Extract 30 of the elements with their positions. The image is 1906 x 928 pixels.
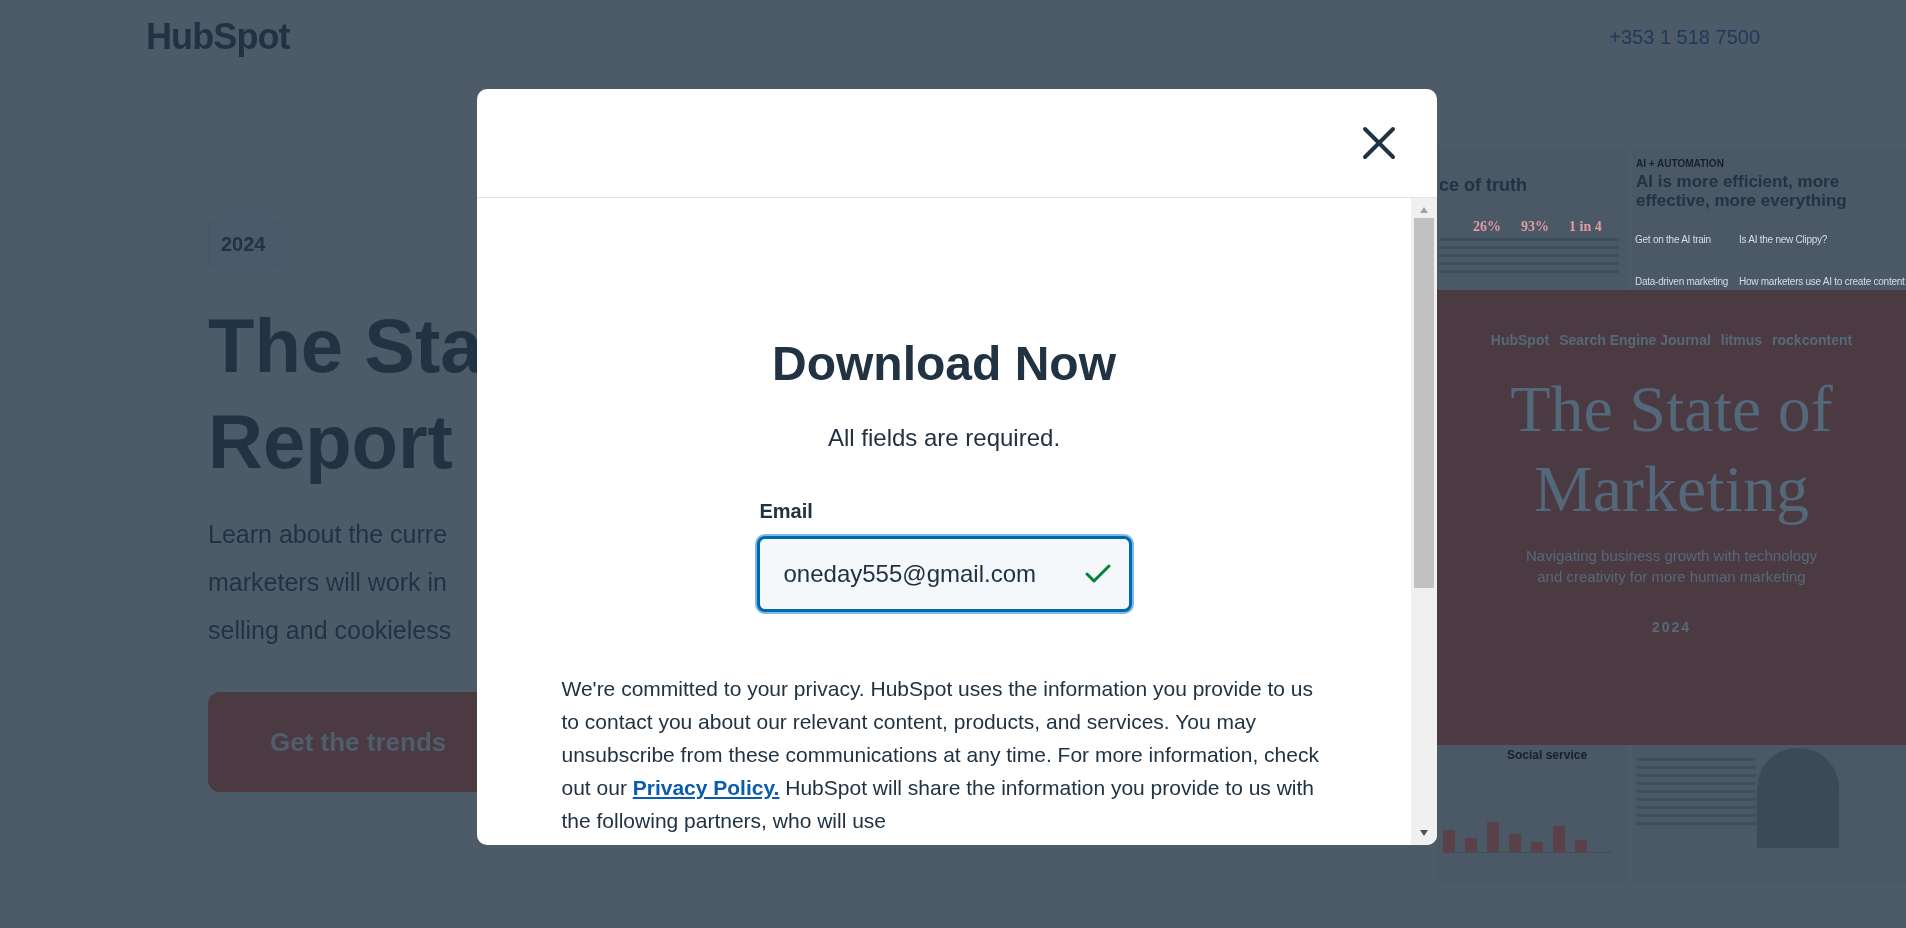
privacy-notice: We're committed to your privacy. HubSpot uses the information you provide to us to contact you about our relevant content, products, and services. You may unsubscribe from these communications at any time. For more information, check out our Privacy Policy. HubSpot will share the information you provide to us with the following partners, who will use	[560, 676, 1320, 834]
required-note: All fields are required.	[827, 423, 1061, 453]
check-icon	[1084, 564, 1111, 584]
page-eyebrow: AI + AUTOMATION	[1636, 157, 1724, 171]
scroll-up-icon[interactable]	[1419, 206, 1429, 214]
cover-title: Marketing	[1534, 451, 1809, 527]
partner-logo: Search Engine Journal	[1559, 331, 1711, 350]
stat-value: 26%	[1473, 218, 1501, 236]
stat-value: 1 in 4	[1569, 218, 1602, 236]
stat-value: 93%	[1521, 218, 1549, 236]
close-icon	[1362, 126, 1396, 160]
scrollbar-thumb[interactable]	[1414, 218, 1434, 588]
partner-logo: HubSpot	[1490, 331, 1550, 350]
page-subhead: Get on the AI train	[1635, 233, 1711, 247]
page-subhead: Social service	[1507, 747, 1588, 764]
cover-title: The State of	[1510, 371, 1833, 447]
email-label: Email	[758, 499, 814, 524]
partner-logo: rockcontent	[1772, 331, 1853, 350]
email-input[interactable]: oneday555@gmail.com	[756, 536, 1132, 612]
privacy-policy-link[interactable]: Privacy Policy.	[632, 776, 780, 799]
cover-subtitle: and creativity for more human marketing	[1537, 567, 1806, 587]
partner-logo: litmus	[1720, 331, 1763, 350]
cover-year: 2024	[1651, 618, 1692, 637]
page-subhead: How marketers use AI to create content	[1739, 275, 1905, 289]
scroll-down-icon[interactable]	[1419, 829, 1429, 837]
page-subhead: Data-driven marketing	[1635, 275, 1729, 289]
dialog-title: Download Now	[772, 336, 1116, 392]
scrollbar[interactable]	[1411, 198, 1437, 845]
cover-subtitle: Navigating business growth with technology	[1526, 546, 1817, 566]
page-subhead: Is AI the new Clippy?	[1739, 233, 1828, 247]
